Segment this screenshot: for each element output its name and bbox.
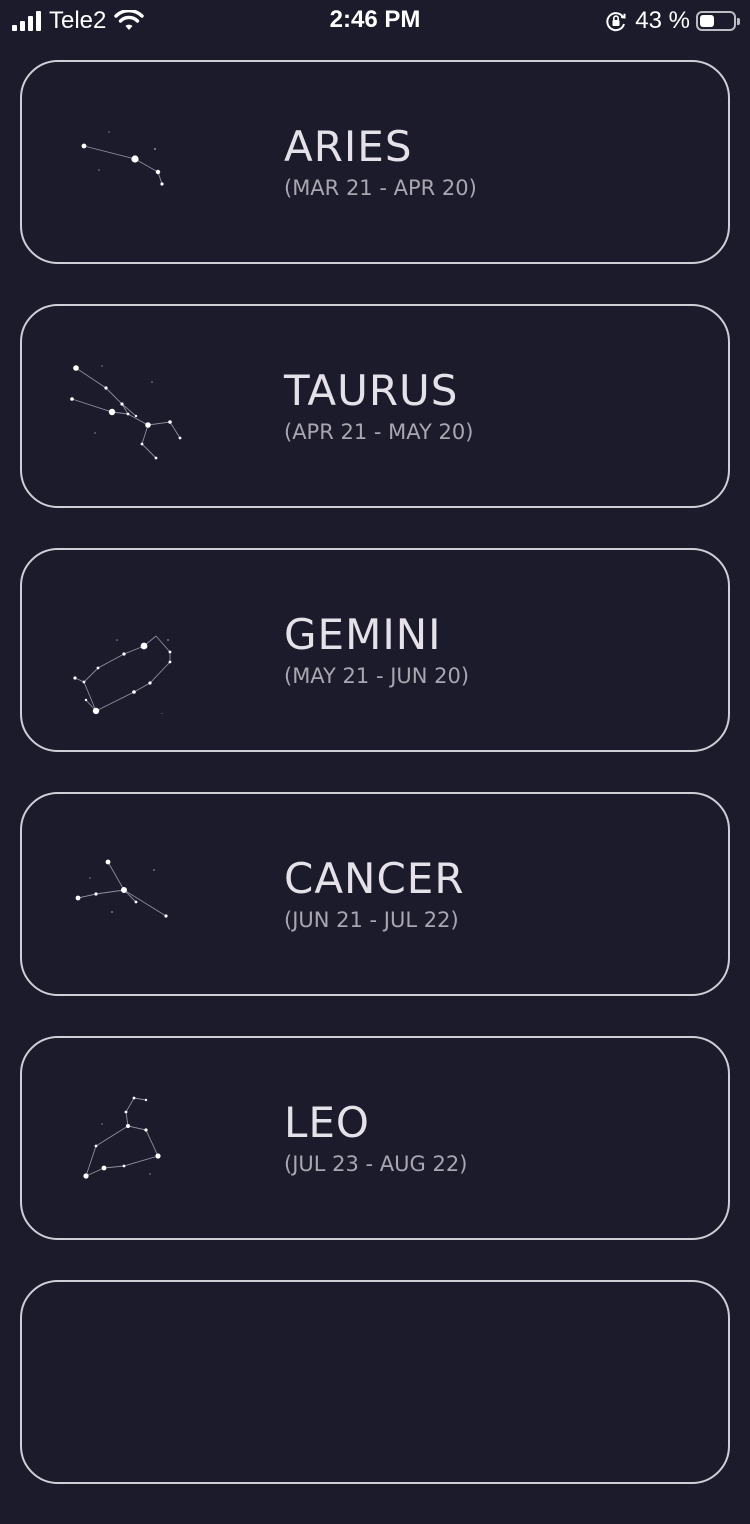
aries-constellation-icon	[81, 131, 164, 186]
battery-icon	[696, 11, 740, 31]
sign-card-gemini[interactable]: GEMINI (MAY 21 - JUN 20)	[20, 548, 730, 752]
cancer-constellation-icon	[75, 859, 168, 918]
sign-name: GEMINI	[284, 610, 442, 659]
sign-text: TAURUS (APR 21 - MAY 20)	[284, 366, 473, 446]
battery-percent: 43 %	[635, 7, 690, 34]
gemini-constellation-icon	[73, 635, 172, 714]
taurus-constellation-icon	[70, 365, 182, 460]
sign-dates: (JUN 21 - JUL 22)	[284, 908, 459, 932]
sign-text: ARIES (MAR 21 - APR 20)	[284, 122, 477, 202]
sign-card-cancer[interactable]: CANCER (JUN 21 - JUL 22)	[20, 792, 730, 996]
status-bar: Tele2 2:46 PM 43 %	[0, 0, 750, 40]
sign-dates: (APR 21 - MAY 20)	[284, 420, 474, 444]
sign-name: TAURUS	[284, 366, 459, 415]
sign-card-taurus[interactable]: TAURUS (APR 21 - MAY 20)	[20, 304, 730, 508]
leo-constellation-icon	[83, 1096, 161, 1179]
zodiac-list[interactable]: ARIES (MAR 21 - APR 20) TAURUS (APR 21 -…	[20, 60, 730, 1524]
battery-fill	[700, 15, 714, 27]
sign-card-leo[interactable]: LEO (JUL 23 - AUG 22)	[20, 1036, 730, 1240]
sign-text: CANCER (JUN 21 - JUL 22)	[284, 854, 465, 934]
sign-dates: (MAR 21 - APR 20)	[284, 176, 477, 200]
sign-name: ARIES	[284, 122, 413, 171]
sign-dates: (MAY 21 - JUN 20)	[284, 664, 470, 688]
sign-name: LEO	[284, 1098, 370, 1147]
status-bar-right: 43 %	[605, 7, 740, 35]
sign-text: GEMINI (MAY 21 - JUN 20)	[284, 610, 469, 690]
sign-name: CANCER	[284, 854, 465, 903]
sign-card-virgo[interactable]	[20, 1280, 730, 1484]
sign-card-aries[interactable]: ARIES (MAR 21 - APR 20)	[20, 60, 730, 264]
sign-text: LEO (JUL 23 - AUG 22)	[284, 1098, 467, 1178]
rotation-lock-icon	[606, 12, 626, 32]
sign-dates: (JUL 23 - AUG 22)	[284, 1152, 468, 1176]
